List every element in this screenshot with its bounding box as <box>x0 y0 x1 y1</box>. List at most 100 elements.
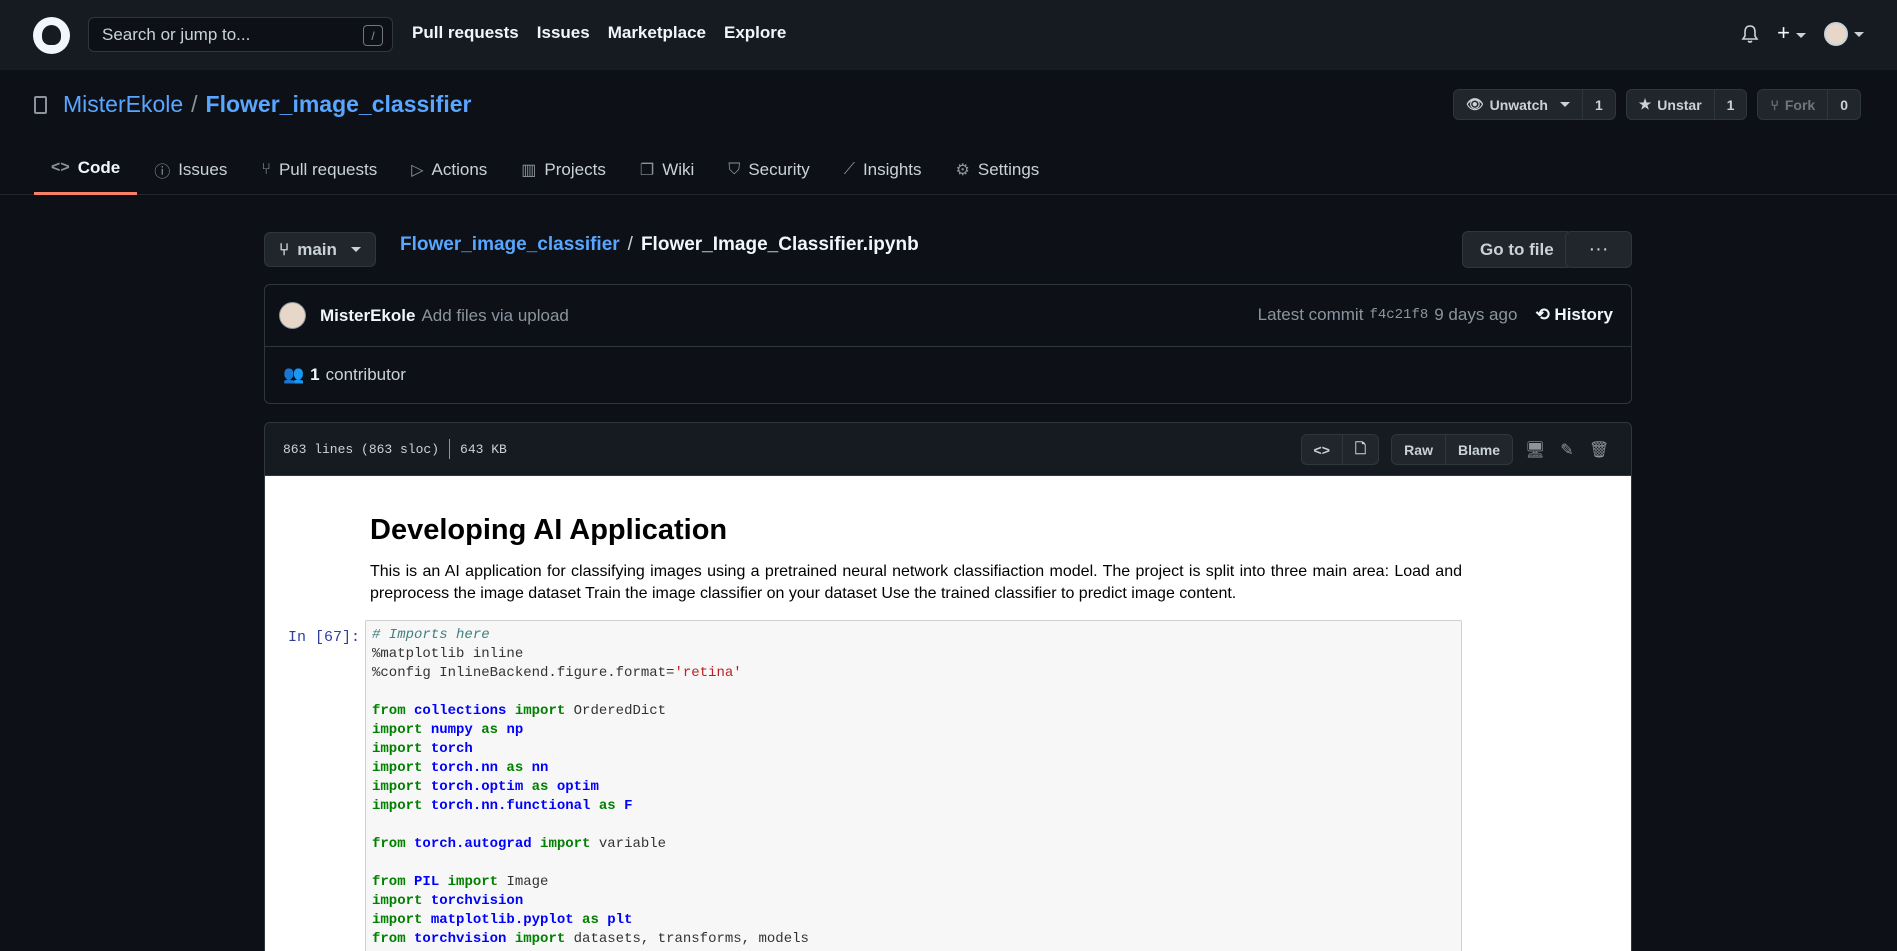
contributor-count: 1 <box>310 365 320 384</box>
code-token: torch.nn.functional <box>430 798 591 814</box>
fork-button[interactable]: ⑂ Fork <box>1758 90 1829 119</box>
blame-button[interactable]: Blame <box>1444 435 1512 464</box>
tab-label: Pull requests <box>278 159 378 179</box>
code-token: import <box>372 893 431 909</box>
tab-projects[interactable]: ▥ Projects <box>504 144 623 195</box>
desktop-icon[interactable]: 🖥 <box>1525 440 1545 460</box>
code-token: numpy <box>430 722 473 738</box>
code-token: nn <box>531 760 549 776</box>
code-token: import <box>372 912 431 928</box>
tab-security[interactable]: ⛉ Security <box>711 144 826 195</box>
notebook-description: This is an AI application for classifyin… <box>370 563 1462 602</box>
slash-shortcut-badge: / <box>363 25 383 46</box>
unwatch-label: Unwatch <box>1489 96 1548 113</box>
tab-insights[interactable]: ⟋ Insights <box>827 144 939 195</box>
code-token: torch.autograd <box>414 836 532 852</box>
github-logo-icon[interactable] <box>33 17 70 54</box>
code-token: 'retina' <box>674 665 742 681</box>
commit-sha-link[interactable]: f4c21f8 <box>1369 307 1428 323</box>
unstar-button[interactable]: ★ Unstar <box>1627 90 1715 119</box>
tab-label: Wiki <box>662 159 695 179</box>
tab-label: Security <box>748 159 810 179</box>
repo-owner-link[interactable]: MisterEkole <box>63 91 183 118</box>
code-icon: <> <box>51 159 70 176</box>
contributors-row[interactable]: 👥 1 contributor <box>265 347 1631 403</box>
star-count[interactable]: 1 <box>1715 90 1747 119</box>
code-line: import torch.nn as nn <box>372 759 1455 778</box>
more-options-button[interactable]: ··· <box>1565 231 1632 268</box>
file-header: 863 lines (863 sloc) 643 KB <> 🗋 Raw Bla… <box>265 423 1631 476</box>
code-token: as <box>472 722 507 738</box>
project-icon: ▥ <box>521 161 537 179</box>
people-icon: 👥 <box>283 365 305 384</box>
tab-label: Code <box>77 158 121 177</box>
tab-label: Settings <box>977 159 1040 179</box>
raw-button[interactable]: Raw <box>1392 435 1445 464</box>
shield-icon: ⛉ <box>728 160 741 178</box>
tab-actions[interactable]: ▷ Actions <box>394 144 504 195</box>
code-token: import <box>372 779 431 795</box>
code-token: # Imports here <box>372 627 490 643</box>
avatar <box>1824 22 1848 46</box>
notebook-render: Developing AI Application This is an AI … <box>265 476 1631 951</box>
search-input[interactable]: Search or jump to... / <box>88 17 393 52</box>
code-line: from collections import OrderedDict <box>372 702 1455 721</box>
code-token: as <box>498 760 532 776</box>
branch-selector[interactable]: ⑂ main <box>264 232 376 267</box>
branch-icon: ⑂ <box>279 239 290 259</box>
chevron-down-icon <box>1559 102 1570 107</box>
breadcrumb-repo-link[interactable]: Flower_image_classifier <box>400 234 620 256</box>
code-token: variable <box>598 836 667 852</box>
notification-bell-icon[interactable] <box>1741 24 1759 44</box>
file-info: 863 lines (863 sloc) 643 KB <box>283 439 507 459</box>
tab-label: Insights <box>862 159 922 179</box>
plus-icon: + <box>1777 20 1790 45</box>
search-placeholder: Search or jump to... <box>102 24 251 44</box>
code-token: plt <box>607 912 633 928</box>
code-token: import <box>372 760 431 776</box>
code-view-icon[interactable]: <> <box>1302 435 1342 464</box>
fork-label: Fork <box>1784 96 1816 113</box>
code-token: from <box>372 931 415 947</box>
history-link[interactable]: ⟲ History <box>1535 305 1613 325</box>
nav-explore[interactable]: Explore <box>724 23 786 43</box>
code-line: from PIL import Image <box>372 873 1455 892</box>
tab-code[interactable]: <> Code <box>34 144 138 195</box>
chevron-down-icon <box>1854 31 1864 37</box>
code-token: np <box>506 722 524 738</box>
code-token: %matplotlib inline <box>372 646 524 662</box>
commit-message-link[interactable]: Add files via upload <box>421 306 568 326</box>
commit-author-link[interactable]: MisterEkole <box>320 306 415 326</box>
code-token: matplotlib.pyplot <box>430 912 574 928</box>
nav-issues[interactable]: Issues <box>537 23 590 43</box>
top-nav: Pull requests Issues Marketplace Explore <box>412 23 786 43</box>
pencil-icon[interactable]: ✎ <box>1557 440 1577 460</box>
tab-issues[interactable]: ⓘ Issues <box>137 144 244 195</box>
history-icon: ⟲ <box>1535 305 1550 324</box>
repo-name-link[interactable]: Flower_image_classifier <box>206 91 472 118</box>
tab-wiki[interactable]: ❐ Wiki <box>623 144 711 195</box>
tab-pull-requests[interactable]: ⑂ Pull requests <box>244 144 394 195</box>
commit-age: 9 days ago <box>1434 305 1518 324</box>
file-view-icon[interactable]: 🗋 <box>1341 435 1378 464</box>
create-new-menu[interactable]: + <box>1777 20 1806 45</box>
nav-marketplace[interactable]: Marketplace <box>608 23 706 43</box>
repo-title: MisterEkole / Flower_image_classifier <box>34 91 471 118</box>
unwatch-button[interactable]: 👁 Unwatch <box>1454 90 1583 119</box>
go-to-file-button[interactable]: Go to file <box>1462 231 1572 268</box>
watch-count[interactable]: 1 <box>1583 90 1615 119</box>
user-menu[interactable] <box>1824 22 1864 46</box>
avatar[interactable] <box>279 302 306 329</box>
history-label: History <box>1554 305 1613 324</box>
fork-count[interactable]: 0 <box>1828 90 1860 119</box>
repo-header: MisterEkole / Flower_image_classifier 👁 U… <box>0 70 1897 195</box>
file-size: 643 KB <box>460 441 507 457</box>
tab-settings[interactable]: ⚙ Settings <box>939 144 1057 195</box>
star-button-group: ★ Unstar 1 <box>1625 89 1748 120</box>
tab-label: Issues <box>178 159 228 179</box>
contributor-label: contributor <box>325 365 406 384</box>
trash-icon[interactable]: 🗑 <box>1589 440 1609 460</box>
nav-pull-requests[interactable]: Pull requests <box>412 23 519 43</box>
